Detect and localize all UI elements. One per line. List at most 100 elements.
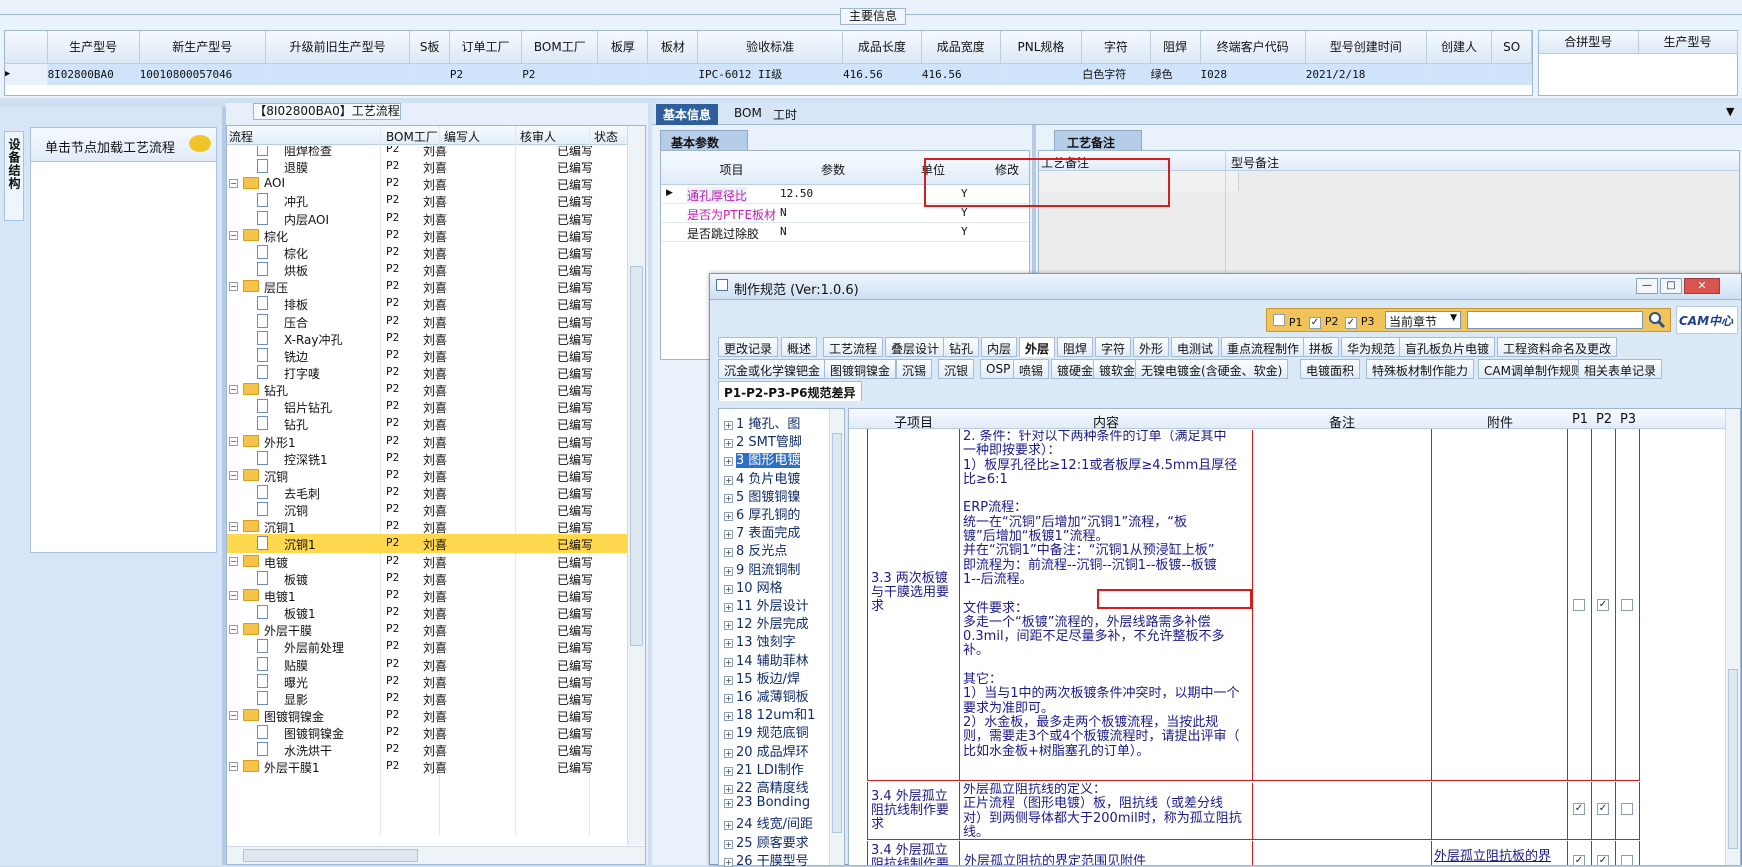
spec-tab[interactable]: CAM调单制作规则	[1478, 359, 1589, 379]
spec-tab[interactable]: 钻孔	[943, 337, 980, 357]
spec-tab[interactable]: 电测试	[1171, 337, 1220, 357]
chapter-item[interactable]: +5 图镀铜镍	[719, 486, 800, 505]
chapter-item[interactable]: +7 表面完成	[719, 522, 800, 541]
main-grid-cell[interactable]	[265, 63, 411, 85]
main-grid-cell[interactable]: 白色字符	[1081, 63, 1151, 85]
process-row[interactable]: − 外层干膜 P2 刘喜 已编写	[227, 620, 627, 639]
process-tree-grid[interactable]: 流程 BOM工厂 编写人 核审人 状态 阻焊检查 P2 刘喜 已编写 退膜 P2 刘喜 已编写…	[226, 125, 646, 865]
row2-p3-checkbox[interactable]	[1621, 803, 1633, 815]
collapse-icon[interactable]: −	[229, 556, 238, 566]
main-grid-cell[interactable]: 416.56	[921, 63, 1001, 85]
process-row[interactable]: 沉铜1 P2 刘喜 已编写	[227, 534, 627, 554]
search-input[interactable]	[1467, 311, 1643, 329]
tab-basic-params[interactable]: 基本参数	[660, 130, 748, 151]
process-row[interactable]: 贴膜 P2 刘喜 已编写	[227, 655, 627, 674]
collapse-icon[interactable]: −	[229, 762, 238, 772]
spec-tab[interactable]: 外形	[1133, 337, 1170, 357]
process-row[interactable]: 铣边 P2 刘喜 已编写	[227, 346, 627, 365]
expand-icon[interactable]: +	[724, 603, 733, 612]
nav-scroll-thumb[interactable]	[832, 433, 842, 833]
collapse-icon[interactable]: −	[229, 522, 238, 532]
chapter-item[interactable]: +4 负片电镀	[719, 468, 800, 487]
chapter-item[interactable]: +6 厚孔铜的	[719, 504, 800, 523]
expand-icon[interactable]: +	[724, 548, 733, 558]
chapter-item[interactable]: +16 减薄铜板	[719, 686, 809, 705]
collapse-icon[interactable]: −	[229, 282, 238, 292]
process-row[interactable]: − 图镀铜镍金 P2 刘喜 已编写	[227, 706, 627, 725]
expand-icon[interactable]: +	[724, 475, 733, 485]
p2-checkbox[interactable]: ✓	[1309, 317, 1321, 329]
process-row[interactable]: 压合 P2 刘喜 已编写	[227, 312, 627, 331]
param-value[interactable]: N	[780, 206, 787, 219]
main-col-header[interactable]: 升级前旧生产型号	[265, 31, 411, 64]
chapter-item[interactable]: +19 规范底铜	[719, 722, 809, 741]
maximize-button[interactable]: □	[1660, 278, 1682, 294]
scope-select[interactable]: 当前章节 ▼	[1385, 311, 1461, 329]
spec-tab[interactable]: 喷锡	[1013, 359, 1050, 379]
collapse-icon[interactable]: −	[229, 179, 238, 189]
row3-p2-checkbox[interactable]: ✓	[1597, 855, 1609, 865]
main-grid-cell[interactable]: 2021/2/18	[1305, 63, 1427, 85]
main-grid-cell[interactable]	[1000, 63, 1083, 85]
spec-tab[interactable]: 内层	[981, 337, 1018, 357]
process-row[interactable]: 退膜 P2 刘喜 已编写	[227, 157, 627, 176]
row2-p2-checkbox[interactable]: ✓	[1597, 803, 1609, 815]
dropdown-arrow-icon[interactable]: ▼	[1726, 105, 1734, 118]
chapter-item[interactable]: +14 辅助菲林	[719, 650, 809, 669]
process-row[interactable]: − 外形1 P2 刘喜 已编写	[227, 432, 627, 451]
main-grid-cell[interactable]: P2	[449, 63, 523, 85]
spec-tab[interactable]: 叠层设计	[885, 337, 946, 357]
chapter-item[interactable]: +18 12um和1	[719, 704, 815, 723]
structure-tree-area[interactable]: 单击节点加载工艺流程	[30, 127, 217, 553]
main-grid-cell[interactable]: P2	[521, 63, 599, 85]
chapter-item[interactable]: +15 板边/焊	[719, 668, 800, 687]
collapse-icon[interactable]: −	[229, 625, 238, 635]
expand-icon[interactable]: +	[724, 799, 733, 809]
main-col-header[interactable]: 生产型号	[47, 31, 140, 64]
main-col-header[interactable]: 成品宽度	[921, 31, 1001, 64]
expand-icon[interactable]: +	[724, 730, 733, 740]
row1-p1-checkbox[interactable]	[1573, 599, 1585, 611]
process-row[interactable]: 板镀 P2 刘喜 已编写	[227, 569, 627, 588]
chapter-item[interactable]: +11 外层设计	[719, 595, 809, 614]
spec-tab[interactable]: 工艺流程	[823, 337, 884, 357]
process-row[interactable]: − AOI P2 刘喜 已编写	[227, 174, 627, 193]
content-scrollbar[interactable]	[1725, 409, 1740, 865]
chapter-item[interactable]: +9 阻流铜制	[719, 559, 800, 578]
collapse-icon[interactable]: −	[229, 385, 238, 395]
process-row[interactable]: − 棕化 P2 刘喜 已编写	[227, 226, 627, 245]
param-value[interactable]: 12.50	[780, 187, 813, 200]
spec-row[interactable]: 3.4 外层孤立阻抗线制作要求 外层孤立阻抗的界定范围见附件 外层孤立阻抗板的界…	[867, 841, 1640, 865]
expand-icon[interactable]: +	[724, 821, 733, 831]
main-grid-cell[interactable]: 10010800057046	[139, 63, 266, 85]
main-grid-cell[interactable]	[1426, 63, 1493, 85]
process-row[interactable]: 去毛刺 P2 刘喜 已编写	[227, 483, 627, 502]
expand-icon[interactable]: +	[724, 566, 733, 576]
main-grid-cell[interactable]	[1491, 63, 1532, 85]
spec-tab[interactable]: 沉金或化学镍钯金	[718, 359, 827, 379]
main-col-header[interactable]: 订单工厂	[449, 31, 523, 64]
expand-icon[interactable]: +	[724, 712, 733, 722]
p3-filter[interactable]: ✓ P3	[1345, 314, 1374, 329]
chapter-item[interactable]: +10 网格	[719, 577, 783, 596]
spec-tab[interactable]: 概述	[781, 337, 818, 357]
expand-icon[interactable]: +	[724, 512, 733, 521]
spec-tab[interactable]: 拼板	[1303, 337, 1340, 357]
process-row[interactable]: − 电镀1 P2 刘喜 已编写	[227, 586, 627, 605]
main-col-header[interactable]: 板材	[647, 31, 699, 64]
tab-bom[interactable]: BOM	[734, 106, 762, 120]
chapter-nav[interactable]: +1 掩孔、图 +2 SMT管脚 +3 图形电镀 +4 负片电镀 +5 图镀铜镍 +6 厚…	[718, 408, 845, 867]
process-row[interactable]: 板镀1 P2 刘喜 已编写	[227, 603, 627, 622]
row3-p3-checkbox[interactable]	[1621, 855, 1633, 865]
spec-tab[interactable]: 电镀面积	[1300, 359, 1361, 379]
chapter-item[interactable]: +25 顾客要求	[719, 832, 809, 851]
main-col-header[interactable]: 终端客户代码	[1200, 31, 1306, 64]
p1-checkbox[interactable]	[1273, 314, 1285, 326]
expand-icon[interactable]: +	[724, 457, 733, 467]
spec-row[interactable]: 3.4 外层孤立阻抗线制作要求 外层孤立阻抗线的定义： 正片流程（图形电镀）板，阻…	[867, 782, 1640, 840]
main-col-header[interactable]: PNL规格	[1000, 31, 1083, 64]
spec-tab[interactable]: 更改记录	[718, 337, 779, 357]
main-col-header[interactable]: SO	[1491, 31, 1532, 64]
chapter-item[interactable]: +22 高精度线	[719, 777, 809, 796]
main-grid-cell[interactable]	[409, 63, 450, 85]
